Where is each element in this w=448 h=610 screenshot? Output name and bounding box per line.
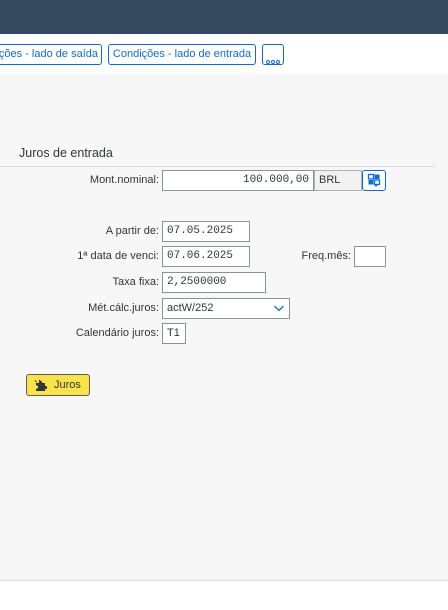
mont-nominal-label: Mont.nominal: bbox=[89, 174, 159, 186]
footer-divider bbox=[0, 580, 448, 581]
chevron-down-icon[interactable] bbox=[273, 302, 285, 314]
taxa-fixa-field[interactable]: 2,2500000 bbox=[162, 272, 266, 293]
mont-nominal-field[interactable]: 100.000,00 bbox=[162, 170, 314, 191]
toolbar: ções - lado de saída Condições - lado de… bbox=[0, 34, 448, 74]
freq-mes-field[interactable] bbox=[354, 246, 386, 267]
juros-button[interactable]: Juros bbox=[26, 374, 90, 396]
juros-button-label: Juros bbox=[54, 379, 81, 391]
primeira-data-field[interactable]: 07.06.2025 bbox=[162, 246, 250, 267]
met-calc-label: Mét.cálc.juros: bbox=[88, 302, 159, 314]
a-partir-de-field[interactable]: 07.05.2025 bbox=[162, 221, 250, 242]
more-button[interactable] bbox=[262, 44, 284, 65]
taxa-fixa-label: Taxa fixa: bbox=[112, 276, 159, 288]
section-divider bbox=[0, 166, 435, 167]
section-title: Juros de entrada bbox=[19, 146, 113, 160]
met-calc-value: actW/252 bbox=[167, 302, 214, 314]
calendario-field[interactable]: T1 bbox=[162, 323, 186, 344]
details-button[interactable] bbox=[362, 170, 386, 191]
met-calc-select[interactable]: actW/252 bbox=[162, 298, 290, 319]
condicoes-entrada-button[interactable]: Condições - lado de entrada bbox=[108, 44, 256, 65]
calendario-label: Calendário juros: bbox=[75, 327, 159, 339]
primeira-data-label: 1ª data de venci: bbox=[77, 250, 159, 262]
condicoes-saida-button[interactable]: ções - lado de saída bbox=[0, 44, 102, 65]
currency-field: BRL bbox=[314, 170, 362, 191]
shell-header bbox=[0, 0, 448, 34]
freq-mes-label: Freq.mês: bbox=[301, 250, 351, 262]
value-help-icon bbox=[367, 173, 381, 187]
a-partir-de-label: A partir de: bbox=[105, 225, 159, 237]
puzzle-icon bbox=[34, 379, 48, 391]
overflow-dots-icon bbox=[266, 52, 281, 64]
